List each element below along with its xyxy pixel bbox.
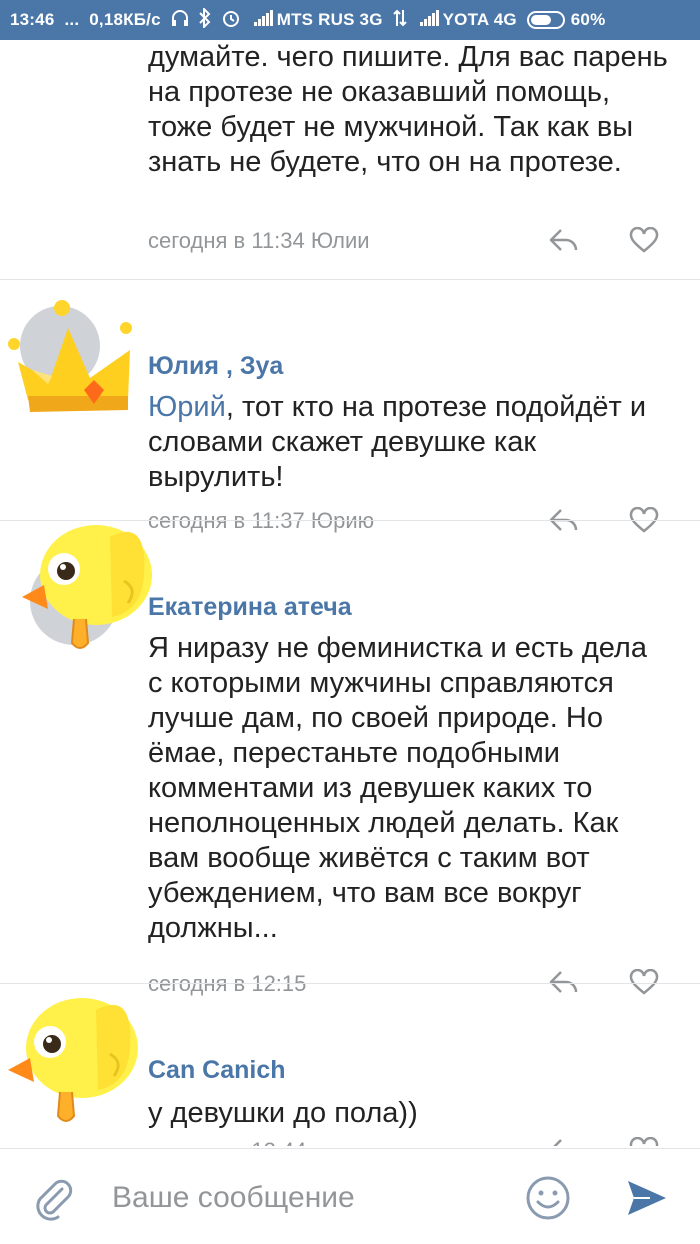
status-speed: 0,18КБ/с [89, 10, 161, 29]
status-dots: ... [64, 10, 80, 29]
crown-icon [8, 300, 132, 412]
signal-icon [253, 9, 274, 31]
status-carrier-1: MTS RUS 3G [276, 10, 383, 29]
comment-text: Юрий, тот кто на протезе подойдёт и слов… [148, 390, 668, 495]
headphones-icon [171, 9, 189, 32]
comment-meta: сегодня в 11:34 Юлии [148, 228, 370, 253]
data-arrows-icon [392, 9, 407, 32]
reply-button[interactable] [544, 1130, 584, 1146]
like-icon [629, 1137, 659, 1146]
status-time: 13:46 [10, 10, 55, 29]
signal-icon-2 [419, 9, 440, 31]
duck-icon [22, 525, 152, 649]
duck-icon [8, 998, 138, 1122]
status-bar: 13:46 ... 0,18КБ/с MTS RUS 3G YOTA 4G 60… [0, 0, 700, 40]
alarm-icon [221, 8, 241, 33]
emoji-icon [526, 1176, 570, 1220]
status-battery: 60% [570, 10, 606, 29]
attach-icon [36, 1179, 73, 1221]
comment-text: думайте. чего пишите. Для вас парень на … [148, 41, 668, 178]
comment-item: Екатерина атеча Я ниразу не феминистка и… [0, 521, 700, 996]
comment-text: Я ниразу не феминистка и есть дела с кот… [148, 632, 647, 944]
comment-item: думайте. чего пишите. Для вас парень на … [0, 40, 700, 280]
like-button[interactable] [624, 220, 664, 260]
comment-author[interactable]: Can Canich [148, 1056, 286, 1085]
avatar[interactable] [2, 300, 132, 430]
reply-icon [549, 229, 578, 251]
comment-item: Can Canich у девушки до пола)) сегодня в… [0, 984, 700, 1146]
comment-item: Юлия , Зya Юрий, тот кто на протезе подо… [0, 280, 700, 533]
send-button[interactable] [624, 1175, 670, 1221]
like-button[interactable] [624, 1130, 664, 1146]
avatar[interactable] [0, 984, 138, 1122]
comment-mention[interactable]: Юрий [148, 391, 226, 423]
reply-icon [553, 1139, 562, 1146]
comment-author[interactable]: Юлия , Зya [148, 352, 283, 381]
comment-text: у девушки до пола)) [148, 1097, 418, 1129]
message-input[interactable]: Ваше сообщение [112, 1181, 355, 1215]
comment-meta: сегодня в 12:44 [148, 1138, 306, 1146]
comments-feed[interactable]: думайте. чего пишите. Для вас парень на … [0, 40, 700, 1146]
send-icon [628, 1181, 666, 1215]
attach-button[interactable] [32, 1177, 76, 1221]
avatar[interactable] [14, 511, 152, 649]
emoji-button[interactable] [525, 1175, 571, 1221]
battery-icon [526, 11, 565, 29]
comment-author[interactable]: Екатерина атеча [148, 593, 352, 622]
bluetooth-icon [199, 6, 211, 33]
message-input-bar: Ваше сообщение [0, 1148, 700, 1244]
reply-button[interactable] [544, 220, 584, 260]
status-carrier-2: YOTA 4G [442, 10, 517, 29]
like-icon [629, 227, 659, 253]
